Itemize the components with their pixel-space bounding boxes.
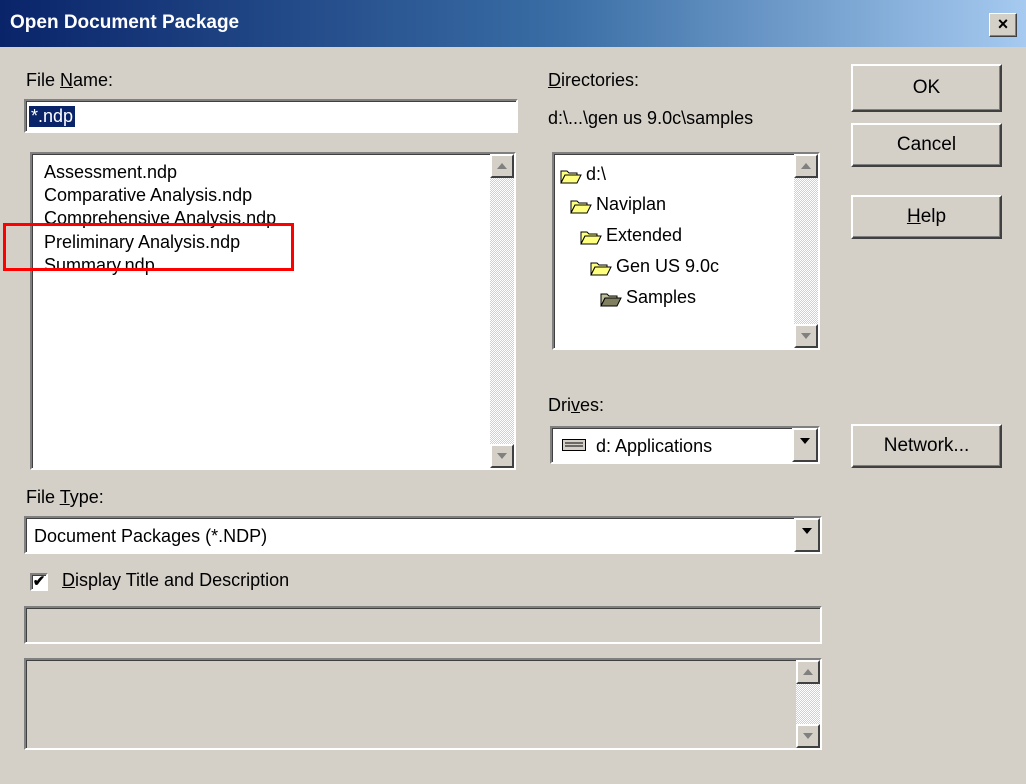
file-name-value: *.ndp	[29, 106, 76, 127]
dir-item-naviplan[interactable]: Naviplan	[596, 194, 666, 215]
open-folder-icon	[570, 200, 592, 214]
title-bar: Open Document Package ×	[0, 0, 1026, 47]
network-button[interactable]: Network...	[851, 424, 1002, 468]
file-type-dropdown[interactable]: Document Packages (*.NDP)	[24, 516, 822, 554]
file-list[interactable]: Assessment.ndp Comparative Analysis.ndp …	[30, 152, 516, 470]
directory-tree-scrollbar[interactable]	[794, 154, 818, 348]
dir-item-root[interactable]: d:\	[586, 164, 606, 185]
open-folder-icon	[580, 231, 602, 245]
description-scroll-up[interactable]	[796, 660, 820, 684]
close-icon: ×	[997, 14, 1009, 34]
description-scrollbar[interactable]	[796, 660, 820, 748]
file-type-selected: Document Packages (*.NDP)	[34, 526, 268, 546]
file-item-assessment[interactable]: Assessment.ndp	[44, 162, 177, 183]
highlight-annotation	[3, 223, 294, 271]
scroll-down-arrow-icon	[803, 733, 813, 739]
scroll-up-arrow-icon	[497, 163, 507, 169]
file-list-scrollbar[interactable]	[490, 154, 514, 468]
display-title-checkbox[interactable]: ✔	[30, 573, 48, 591]
close-button[interactable]: ×	[989, 13, 1017, 37]
file-type-label: File Type:	[26, 487, 104, 507]
open-folder-icon	[590, 262, 612, 276]
file-list-scroll-down[interactable]	[490, 444, 514, 468]
display-title-label[interactable]: Display Title and Description	[62, 570, 289, 591]
directory-scroll-down[interactable]	[794, 324, 818, 348]
file-type-dropdown-button[interactable]	[794, 518, 820, 552]
directories-label: Directories:	[548, 70, 640, 90]
window-title: Open Document Package	[10, 12, 240, 33]
drives-label: Drives:	[548, 395, 605, 415]
ok-button[interactable]: OK	[851, 64, 1002, 112]
drives-selected: d: Applications	[596, 436, 713, 456]
description-field	[24, 658, 822, 750]
file-name-input[interactable]: *.ndp	[24, 99, 518, 133]
dir-item-extended[interactable]: Extended	[606, 225, 682, 246]
drives-dropdown[interactable]: d: Applications	[550, 426, 820, 464]
file-item-comparative[interactable]: Comparative Analysis.ndp	[44, 185, 252, 206]
dir-item-gen-us[interactable]: Gen US 9.0c	[616, 256, 719, 277]
help-button[interactable]: Help	[851, 195, 1002, 239]
file-name-label: File Name:	[26, 70, 114, 90]
scroll-down-arrow-icon	[497, 453, 507, 459]
drive-icon	[562, 439, 586, 451]
open-folder-icon	[560, 170, 582, 184]
open-folder-shaded-icon	[600, 293, 622, 307]
scroll-up-arrow-icon	[803, 669, 813, 675]
title-field	[24, 606, 822, 644]
directory-scroll-up[interactable]	[794, 154, 818, 178]
scroll-down-arrow-icon	[801, 333, 811, 339]
drives-dropdown-button[interactable]	[792, 428, 818, 462]
scroll-up-arrow-icon	[801, 163, 811, 169]
directory-tree[interactable]: d:\ Naviplan Extended Gen US 9.0c Sample…	[552, 152, 820, 350]
description-scroll-down[interactable]	[796, 724, 820, 748]
dir-item-samples[interactable]: Samples	[626, 287, 696, 308]
file-list-scroll-up[interactable]	[490, 154, 514, 178]
chevron-down-icon	[800, 438, 810, 444]
cancel-button[interactable]: Cancel	[851, 123, 1002, 167]
checkmark-icon: ✔	[32, 573, 46, 590]
chevron-down-icon	[802, 528, 812, 534]
current-directory-path: d:\...\gen us 9.0c\samples	[548, 108, 754, 128]
